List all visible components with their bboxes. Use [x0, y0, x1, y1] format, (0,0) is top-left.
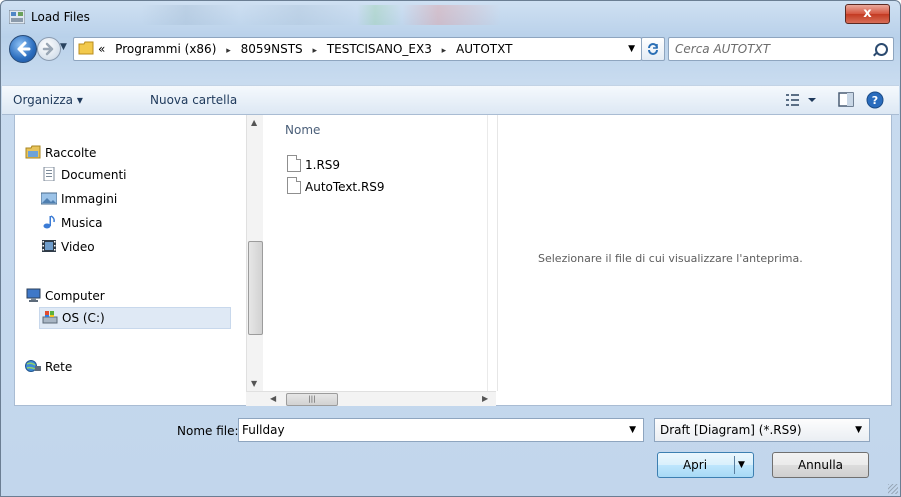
address-bar[interactable]: « Programmi (x86) ▸ 8059NSTS ▸ TESTCISAN…	[73, 37, 642, 61]
nav-item-documenti[interactable]: Documenti	[41, 165, 127, 185]
music-icon	[43, 215, 55, 229]
file-item[interactable]: 1.RS9	[287, 155, 340, 175]
window-title: Load Files	[31, 10, 90, 24]
breadcrumb-separator[interactable]: ▸	[312, 46, 317, 56]
file-item[interactable]: AutoText.RS9	[287, 177, 385, 197]
scroll-up-arrow-icon[interactable]: ▲	[251, 118, 257, 127]
filename-value: Fullday	[242, 423, 285, 437]
drive-icon	[42, 311, 58, 324]
nav-label: Raccolte	[45, 146, 97, 160]
navigation-pane: Raccolte Documenti Immagini Musica Video…	[15, 115, 245, 405]
filetype-select[interactable]: Draft [Diagram] (*.RS9) ▼	[654, 418, 870, 442]
filetype-dropdown-icon[interactable]: ▼	[855, 419, 862, 441]
nav-label: OS (C:)	[62, 311, 105, 325]
new-folder-button[interactable]: Nuova cartella	[150, 86, 237, 114]
nav-item-os-c[interactable]: OS (C:)	[39, 307, 231, 329]
search-icon[interactable]	[875, 43, 888, 56]
refresh-icon	[648, 43, 658, 55]
preview-pane: Selezionare il file di cui visualizzare …	[498, 115, 891, 405]
search-placeholder: Cerca AUTOTXT	[675, 42, 771, 56]
nav-item-rete[interactable]: Rete	[25, 357, 72, 377]
svg-text:?: ?	[872, 94, 878, 107]
forward-button[interactable]	[37, 37, 61, 61]
pictures-icon	[41, 192, 57, 205]
back-button[interactable]	[9, 35, 37, 63]
nav-label: Documenti	[61, 168, 127, 182]
refresh-button[interactable]	[641, 37, 665, 61]
command-toolbar: Organizza ▾ Nuova cartella ?	[2, 85, 899, 115]
nav-item-computer[interactable]: Computer	[25, 286, 105, 306]
forward-arrow-icon	[42, 42, 54, 56]
breadcrumb-8059nsts[interactable]: 8059NSTS	[241, 42, 303, 56]
nav-label: Computer	[45, 289, 105, 303]
file-icon	[287, 177, 301, 194]
open-button[interactable]: Apri ▼	[657, 452, 754, 478]
documents-icon	[43, 167, 55, 181]
filename-label: Nome file:	[177, 424, 239, 438]
navigation-vertical-scrollbar[interactable]: ▲ ▼	[246, 115, 263, 391]
recent-locations-button[interactable]: ▼	[60, 42, 67, 52]
title-bar: Load Files x	[1, 1, 900, 33]
folder-icon	[78, 41, 94, 55]
address-dropdown-button[interactable]: ▼	[628, 38, 635, 60]
browser-area: Raccolte Documenti Immagini Musica Video…	[14, 114, 892, 406]
close-button[interactable]: x	[845, 4, 890, 24]
load-files-dialog: Load Files x ▼ « Programmi (x86) ▸ 8059N…	[0, 0, 901, 497]
computer-icon	[26, 288, 41, 302]
scroll-right-arrow-icon[interactable]: ▶	[482, 394, 488, 403]
filename-input[interactable]: Fullday ▼	[238, 418, 644, 442]
video-icon	[42, 240, 56, 252]
split-divider	[734, 456, 735, 474]
nav-label: Video	[61, 240, 95, 254]
file-icon	[287, 155, 301, 172]
file-list: Nome 1.RS9 AutoText.RS9	[263, 115, 498, 391]
resize-grip[interactable]	[888, 484, 898, 494]
preview-message: Selezionare il file di cui visualizzare …	[538, 252, 803, 265]
nav-item-video[interactable]: Video	[41, 237, 95, 257]
address-overflow[interactable]: «	[98, 42, 105, 56]
breadcrumb-programmi[interactable]: Programmi (x86)	[115, 42, 216, 56]
column-header-name[interactable]: Nome	[285, 123, 320, 137]
nav-item-raccolte[interactable]: Raccolte	[25, 143, 96, 163]
nav-item-immagini[interactable]: Immagini	[41, 189, 117, 209]
back-arrow-icon	[17, 41, 31, 57]
navigation-bar: ▼ « Programmi (x86) ▸ 8059NSTS ▸ TESTCIS…	[1, 33, 900, 65]
file-name: AutoText.RS9	[305, 180, 385, 194]
view-options-icon[interactable]	[784, 91, 818, 109]
filetype-value: Draft [Diagram] (*.RS9)	[660, 423, 802, 437]
network-icon	[25, 360, 41, 372]
search-box[interactable]: Cerca AUTOTXT	[668, 37, 894, 61]
cancel-button[interactable]: Annulla	[772, 452, 869, 478]
nav-label: Musica	[61, 216, 103, 230]
open-options-arrow-icon[interactable]: ▼	[738, 453, 745, 477]
organize-button[interactable]: Organizza ▾	[13, 86, 83, 114]
breadcrumb-separator[interactable]: ▸	[226, 46, 231, 56]
scroll-left-arrow-icon[interactable]: ◀	[270, 394, 276, 403]
scroll-down-arrow-icon[interactable]: ▼	[251, 379, 257, 388]
breadcrumb-autotxt[interactable]: AUTOTXT	[456, 42, 512, 56]
scrollbar-thumb[interactable]	[248, 241, 263, 335]
app-icon	[9, 10, 25, 24]
help-icon[interactable]: ?	[866, 91, 884, 109]
nav-item-musica[interactable]: Musica	[41, 213, 103, 233]
blurred-background	[141, 5, 591, 25]
nav-label: Immagini	[61, 192, 118, 206]
libraries-icon	[25, 145, 41, 159]
breadcrumb-separator[interactable]: ▸	[442, 46, 447, 56]
breadcrumb-testcisano[interactable]: TESTCISANO_EX3	[327, 42, 432, 56]
file-name: 1.RS9	[305, 158, 341, 172]
horizontal-scrollbar[interactable]: ◀ ||| ▶	[246, 391, 496, 406]
dialog-footer: Nome file: Fullday ▼ Draft [Diagram] (*.…	[1, 405, 900, 496]
open-button-label: Apri	[682, 458, 708, 472]
filename-dropdown-icon[interactable]: ▼	[629, 419, 636, 441]
column-divider	[487, 115, 488, 391]
nav-label: Rete	[45, 360, 73, 374]
preview-pane-icon[interactable]	[838, 91, 854, 109]
